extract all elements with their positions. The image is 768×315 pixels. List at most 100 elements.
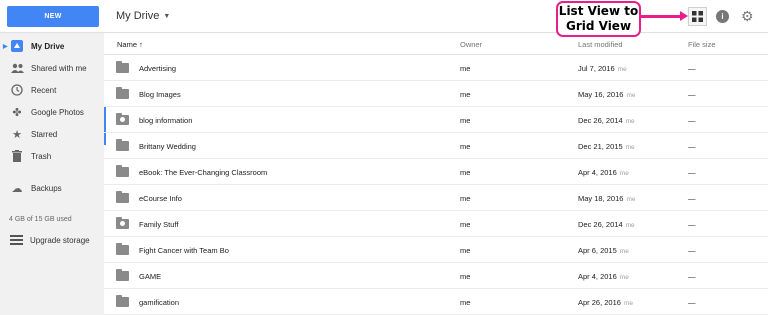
- file-size: —: [688, 220, 696, 229]
- info-button[interactable]: i: [716, 10, 729, 23]
- modified-by: me: [626, 196, 636, 203]
- sidebar-item-shared-with-me[interactable]: Shared with me: [0, 57, 104, 79]
- column-header-size[interactable]: File size: [688, 40, 716, 49]
- file-size: —: [688, 64, 696, 73]
- sidebar-item-label: My Drive: [31, 41, 65, 51]
- table-row[interactable]: Fight Cancer with Team Bo me Apr 6, 2015 me…: [104, 237, 768, 263]
- file-size: —: [688, 90, 696, 99]
- file-modified: Apr 26, 2016 me: [578, 298, 633, 307]
- breadcrumb[interactable]: My Drive ▼: [116, 10, 170, 22]
- table-row[interactable]: eBook: The Ever-Changing Classroom me Apr …: [104, 159, 768, 185]
- pinwheel-icon: ✤: [12, 106, 22, 119]
- sidebar: ▶ My Drive Shared with me Recent ✤ Googl…: [0, 33, 104, 315]
- file-name: eCourse Info: [139, 194, 182, 203]
- modified-date: Dec 26, 2014: [578, 220, 623, 229]
- modified-by: me: [625, 118, 635, 125]
- table-row[interactable]: gamification me Apr 26, 2016 me —: [104, 289, 768, 315]
- folder-icon: [116, 61, 129, 73]
- file-name: gamification: [139, 298, 180, 307]
- grid-icon: [692, 11, 703, 22]
- new-button[interactable]: NEW: [7, 6, 99, 27]
- table-row[interactable]: Advertising me Jul 7, 2016 me —: [104, 55, 768, 81]
- callout-line-1: List View to: [558, 4, 639, 18]
- file-modified: May 16, 2016 me: [578, 90, 635, 99]
- storage-usage: 4 GB of 15 GB used: [9, 216, 72, 223]
- file-name: Brittany Wedding: [139, 142, 196, 151]
- sidebar-item-label: Shared with me: [31, 63, 87, 73]
- file-modified: Dec 21, 2015 me: [578, 142, 635, 151]
- modified-date: Jul 7, 2016: [578, 64, 615, 73]
- column-header-owner[interactable]: Owner: [460, 40, 482, 49]
- file-owner: me: [460, 246, 471, 255]
- table-row[interactable]: Family Stuff me Dec 26, 2014 me —: [104, 211, 768, 237]
- folder-icon: [116, 165, 129, 177]
- sidebar-item-backups[interactable]: ☁ Backups: [0, 177, 104, 199]
- file-name: Advertising: [139, 64, 177, 73]
- file-size: —: [688, 298, 696, 307]
- file-owner: me: [460, 220, 471, 229]
- file-size: —: [688, 194, 696, 203]
- table-row[interactable]: Brittany Wedding me Dec 21, 2015 me —: [104, 133, 768, 159]
- file-name: eBook: The Ever-Changing Classroom: [139, 168, 268, 177]
- star-icon: ★: [12, 128, 22, 141]
- breadcrumb-label: My Drive: [116, 10, 160, 22]
- file-owner: me: [460, 168, 471, 177]
- file-size: —: [688, 142, 696, 151]
- modified-by: me: [626, 92, 636, 99]
- expand-arrow-icon[interactable]: ▶: [3, 43, 8, 50]
- file-list: Name ↑ Owner Last modified File size Adv…: [104, 33, 768, 315]
- callout-line-2: Grid View: [565, 19, 632, 33]
- file-owner: me: [460, 298, 471, 307]
- shared-folder-icon: [116, 217, 129, 229]
- file-modified: Apr 4, 2016 me: [578, 272, 629, 281]
- file-size: —: [688, 272, 696, 281]
- table-row[interactable]: blog information me Dec 26, 2014 me —: [104, 107, 768, 133]
- file-size: —: [688, 168, 696, 177]
- sidebar-item-trash[interactable]: Trash: [0, 145, 104, 167]
- file-modified: May 18, 2016 me: [578, 194, 635, 203]
- modified-by: me: [619, 248, 629, 255]
- file-modified: Jul 7, 2016 me: [578, 64, 627, 73]
- sidebar-item-starred[interactable]: ★ Starred: [0, 123, 104, 145]
- annotation-callout: List View to Grid View: [556, 1, 641, 37]
- sidebar-item-label: Starred: [31, 129, 58, 139]
- modified-date: Apr 26, 2016: [578, 298, 621, 307]
- callout-arrowhead-icon: [680, 11, 688, 21]
- sidebar-item-label: Google Photos: [31, 107, 84, 117]
- table-row[interactable]: eCourse Info me May 18, 2016 me —: [104, 185, 768, 211]
- sidebar-item-my-drive[interactable]: ▶ My Drive: [0, 35, 104, 57]
- shared-folder-icon: [116, 113, 129, 125]
- modified-date: Apr 4, 2016: [578, 168, 617, 177]
- modified-by: me: [623, 300, 633, 307]
- folder-icon: [116, 87, 129, 99]
- modified-date: May 16, 2016: [578, 90, 624, 99]
- modified-by: me: [625, 144, 635, 151]
- settings-gear-icon[interactable]: ⚙: [741, 8, 754, 24]
- grid-view-button[interactable]: [688, 7, 707, 26]
- folder-icon: [116, 269, 129, 281]
- table-header: Name ↑ Owner Last modified File size: [104, 33, 768, 55]
- file-name: Fight Cancer with Team Bo: [139, 246, 229, 255]
- sidebar-item-google-photos[interactable]: ✤ Google Photos: [0, 101, 104, 123]
- column-header-name[interactable]: Name ↑: [117, 40, 143, 49]
- file-owner: me: [460, 64, 471, 73]
- sidebar-item-label: Recent: [31, 85, 57, 95]
- modified-by: me: [625, 222, 635, 229]
- caret-down-icon: ▼: [163, 12, 171, 20]
- file-size: —: [688, 246, 696, 255]
- modified-date: Apr 4, 2016: [578, 272, 617, 281]
- sidebar-item-label: Backups: [31, 183, 62, 193]
- drive-icon: [10, 39, 24, 53]
- file-name: Family Stuff: [139, 220, 179, 229]
- people-icon: [10, 61, 24, 75]
- table-row[interactable]: Blog Images me May 16, 2016 me —: [104, 81, 768, 107]
- modified-date: Dec 21, 2015: [578, 142, 623, 151]
- sidebar-item-recent[interactable]: Recent: [0, 79, 104, 101]
- modified-date: Apr 6, 2015: [578, 246, 617, 255]
- file-owner: me: [460, 142, 471, 151]
- modified-by: me: [619, 170, 629, 177]
- callout-arrow: [640, 15, 682, 18]
- table-row[interactable]: GAME me Apr 4, 2016 me —: [104, 263, 768, 289]
- column-header-modified[interactable]: Last modified: [578, 40, 623, 49]
- upgrade-storage-link[interactable]: Upgrade storage: [0, 232, 90, 248]
